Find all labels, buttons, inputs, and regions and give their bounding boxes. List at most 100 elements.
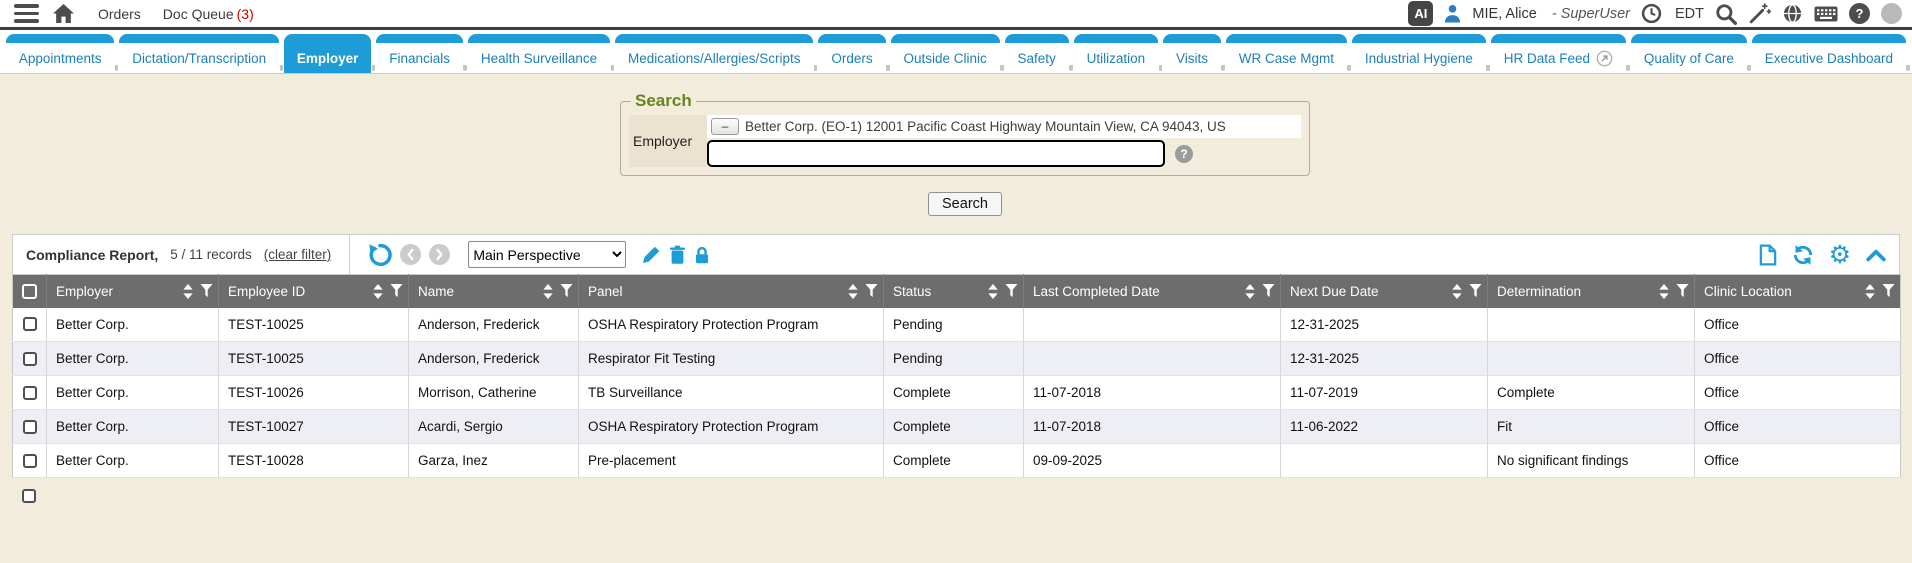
tab-quality-of-care[interactable]: Quality of Care xyxy=(1631,34,1747,73)
search-button[interactable]: Search xyxy=(928,192,1002,216)
document-icon[interactable] xyxy=(1759,244,1777,266)
tab-appointments[interactable]: Appointments xyxy=(6,34,114,73)
keyboard-icon[interactable] xyxy=(1814,6,1838,22)
tab-health-surveillance[interactable]: Health Surveillance xyxy=(468,34,610,73)
table-cell: Office xyxy=(1695,410,1901,444)
search-section: Search Employer – Better Corp. (EO-1) 12… xyxy=(620,91,1310,216)
delete-icon[interactable] xyxy=(669,245,686,265)
compliance-report-table: Employer Employee ID Name Panel Status L… xyxy=(12,274,1901,478)
table-row[interactable]: Better Corp. TEST-10025 Anderson, Freder… xyxy=(13,342,1901,376)
selected-employer-row: – Better Corp. (EO-1) 12001 Pacific Coas… xyxy=(707,115,1301,138)
table-cell: Complete xyxy=(884,410,1024,444)
table-row[interactable]: Better Corp. TEST-10027 Acardi, Sergio O… xyxy=(13,410,1901,444)
perspective-select[interactable]: Main Perspective xyxy=(468,241,626,268)
tab-financials[interactable]: Financials xyxy=(376,34,463,73)
row-checkbox[interactable] xyxy=(23,352,37,366)
sort-icon[interactable] xyxy=(1865,284,1875,299)
nav-orders[interactable]: Orders xyxy=(98,6,141,22)
table-cell: Acardi, Sergio xyxy=(409,410,579,444)
sort-icon[interactable] xyxy=(988,284,998,299)
row-checkbox[interactable] xyxy=(23,420,37,434)
collapse-panel-icon[interactable] xyxy=(1866,248,1886,262)
menu-icon[interactable] xyxy=(14,4,39,23)
collapse-employer-button[interactable]: – xyxy=(711,118,739,135)
column-header[interactable]: Status xyxy=(893,284,931,299)
header-row: Employer Employee ID Name Panel Status L… xyxy=(13,275,1901,308)
table-cell: Better Corp. xyxy=(47,410,219,444)
table-row[interactable]: Better Corp. TEST-10026 Morrison, Cather… xyxy=(13,376,1901,410)
ai-assistant-button[interactable]: AI xyxy=(1408,1,1433,26)
tab-dictation-transcription[interactable]: Dictation/Transcription xyxy=(119,34,279,73)
row-checkbox[interactable] xyxy=(23,317,37,331)
tab-hr-data-feed[interactable]: HR Data Feed xyxy=(1491,34,1626,73)
clock-icon[interactable] xyxy=(1641,3,1662,24)
column-header[interactable]: Employee ID xyxy=(228,284,305,299)
edit-icon[interactable] xyxy=(642,245,661,264)
column-header[interactable]: Determination xyxy=(1497,284,1581,299)
filter-icon[interactable] xyxy=(1005,284,1018,298)
sort-icon[interactable] xyxy=(1245,284,1255,299)
table-cell: Office xyxy=(1695,376,1901,410)
row-checkbox[interactable] xyxy=(23,454,37,468)
column-header[interactable]: Last Completed Date xyxy=(1033,284,1160,299)
settings-gear-icon[interactable]: ⚙ xyxy=(1829,244,1851,266)
refresh-icon[interactable] xyxy=(1792,244,1814,266)
tab-medications-allergies-scripts[interactable]: Medications/Allergies/Scripts xyxy=(615,34,813,73)
table-row[interactable]: Better Corp. TEST-10028 Garza, Inez Pre-… xyxy=(13,444,1901,478)
tab-wr-case-mgmt[interactable]: WR Case Mgmt xyxy=(1226,34,1347,73)
tab-industrial-hygiene[interactable]: Industrial Hygiene xyxy=(1352,34,1486,73)
filter-icon[interactable] xyxy=(390,284,403,298)
tab-utilization[interactable]: Utilization xyxy=(1074,34,1158,73)
help-icon[interactable]: ? xyxy=(1849,3,1870,24)
footer-row-checkbox[interactable] xyxy=(22,489,36,503)
sort-icon[interactable] xyxy=(183,284,193,299)
filter-icon[interactable] xyxy=(1469,284,1482,298)
next-icon[interactable] xyxy=(429,244,450,265)
search-icon[interactable] xyxy=(1715,3,1737,25)
column-header[interactable]: Employer xyxy=(56,284,113,299)
column-header[interactable]: Clinic Location xyxy=(1704,284,1792,299)
lock-icon[interactable] xyxy=(694,246,710,264)
table-cell: OSHA Respiratory Protection Program xyxy=(579,410,884,444)
tab-employer[interactable]: Employer xyxy=(284,34,371,73)
table-cell: 11-07-2018 xyxy=(1024,376,1281,410)
sort-icon[interactable] xyxy=(373,284,383,299)
undo-icon[interactable] xyxy=(368,243,392,267)
previous-icon[interactable] xyxy=(400,244,421,265)
tab-orders[interactable]: Orders xyxy=(818,34,885,73)
sort-icon[interactable] xyxy=(848,284,858,299)
table-cell xyxy=(1281,444,1488,478)
magic-wand-icon[interactable] xyxy=(1748,2,1771,25)
row-checkbox[interactable] xyxy=(23,386,37,400)
column-header[interactable]: Name xyxy=(418,284,454,299)
tab-outside-clinic[interactable]: Outside Clinic xyxy=(891,34,1000,73)
filter-icon[interactable] xyxy=(1882,284,1895,298)
table-cell: Pending xyxy=(884,342,1024,376)
table-row[interactable]: Better Corp. TEST-10025 Anderson, Freder… xyxy=(13,308,1901,342)
filter-icon[interactable] xyxy=(1262,284,1275,298)
sort-icon[interactable] xyxy=(1659,284,1669,299)
table-cell: Office xyxy=(1695,308,1901,342)
employer-search-input[interactable] xyxy=(707,140,1165,167)
nav-doc-queue[interactable]: Doc Queue(3) xyxy=(163,6,254,22)
column-header[interactable]: Panel xyxy=(588,284,623,299)
home-icon[interactable] xyxy=(53,4,74,23)
table-cell: Pending xyxy=(884,308,1024,342)
sort-icon[interactable] xyxy=(543,284,553,299)
table-cell: Complete xyxy=(1488,376,1695,410)
table-cell xyxy=(1024,342,1281,376)
select-all-checkbox[interactable] xyxy=(22,284,37,299)
filter-icon[interactable] xyxy=(1676,284,1689,298)
tab-visits[interactable]: Visits xyxy=(1163,34,1221,73)
tab-executive-dashboard[interactable]: Executive Dashboard xyxy=(1752,34,1906,73)
filter-icon[interactable] xyxy=(200,284,213,298)
field-help-icon[interactable]: ? xyxy=(1175,145,1193,163)
divider xyxy=(349,235,350,274)
column-header[interactable]: Next Due Date xyxy=(1290,284,1379,299)
filter-icon[interactable] xyxy=(865,284,878,298)
tab-safety[interactable]: Safety xyxy=(1005,34,1069,73)
globe-icon[interactable] xyxy=(1782,3,1803,24)
filter-icon[interactable] xyxy=(560,284,573,298)
sort-icon[interactable] xyxy=(1452,284,1462,299)
clear-filter-link[interactable]: (clear filter) xyxy=(264,247,332,262)
